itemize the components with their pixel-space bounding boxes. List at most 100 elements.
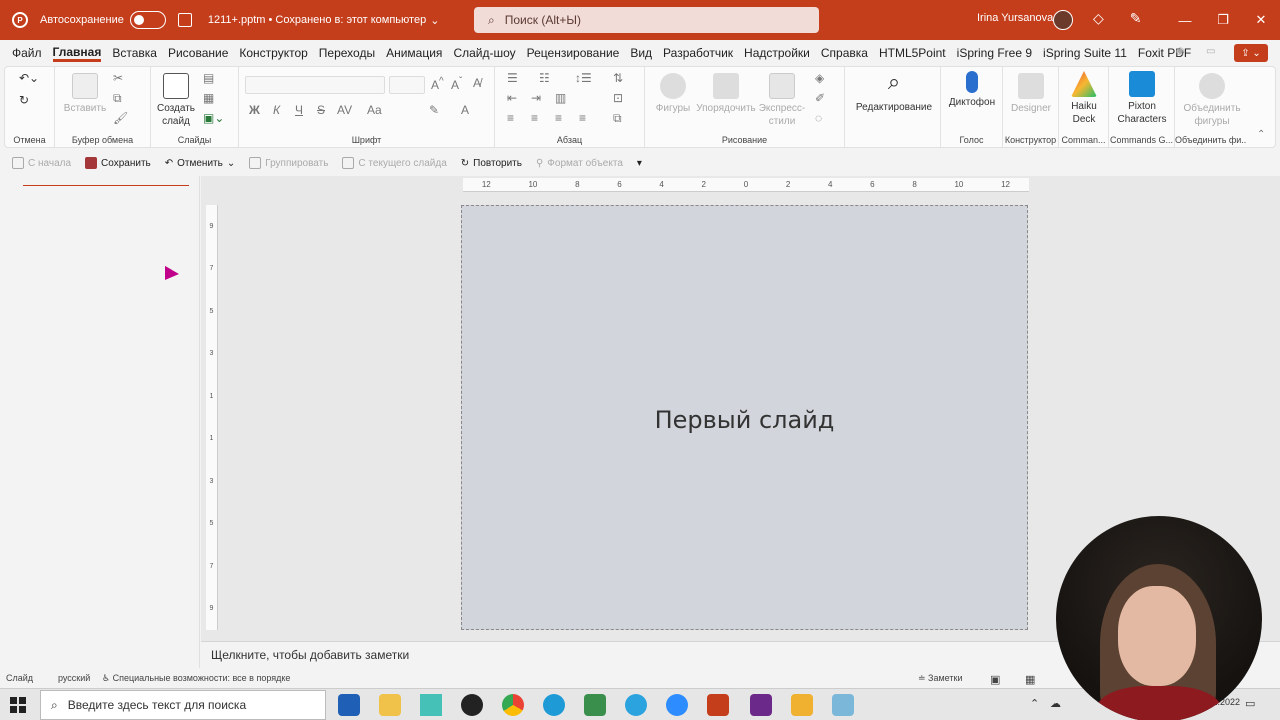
pen-icon[interactable]: ✎ (1130, 10, 1142, 27)
close-icon[interactable]: ✕ (1242, 0, 1280, 40)
editing-button[interactable]: ⌕ Редактирование (851, 69, 937, 114)
from-start-button[interactable]: С начала (12, 157, 71, 169)
slide-canvas[interactable]: Первый слайд (461, 205, 1028, 630)
tab-4[interactable]: Конструктор (239, 46, 307, 60)
windows-start-icon[interactable] (10, 697, 26, 713)
comments-icon[interactable]: ▭ (1206, 46, 1215, 57)
telegram-icon[interactable] (625, 694, 647, 716)
bullets-icon[interactable]: ☰ (507, 71, 518, 85)
change-case-button[interactable]: Aa (367, 103, 382, 117)
clear-format-icon[interactable]: A̸ (473, 76, 481, 90)
notifications-icon[interactable]: ▭ (1245, 697, 1255, 710)
align-center-icon[interactable]: ≡ (531, 111, 538, 125)
cut-icon[interactable]: ✂ (113, 71, 123, 85)
tab-2[interactable]: Вставка (112, 46, 157, 60)
obs-icon[interactable] (461, 694, 483, 716)
collapse-ribbon-icon[interactable]: ⌃ (1257, 129, 1265, 140)
shape-outline-icon[interactable]: ✐ (815, 91, 825, 105)
restore-icon[interactable]: ❐ (1204, 0, 1242, 40)
indent-dec-icon[interactable]: ⇤ (507, 91, 517, 105)
shape-fill-icon[interactable]: ◈ (815, 71, 824, 85)
tab-10[interactable]: Разработчик (663, 46, 733, 60)
font-name-select[interactable] (245, 76, 385, 94)
document-name[interactable]: 1211+.pptm • Сохранено в: этот компьютер… (208, 14, 440, 27)
user-name[interactable]: Irina Yursanova (977, 12, 1053, 24)
customize-qat-icon[interactable]: ▾ (637, 158, 642, 169)
tab-1[interactable]: Главная (52, 45, 102, 62)
tab-15[interactable]: iSpring Suite 11 (1043, 46, 1127, 60)
decrease-font-icon[interactable]: Aˇ (451, 76, 462, 92)
designer-button[interactable]: Designer (1007, 73, 1055, 115)
diamond-icon[interactable]: ◇ (1093, 10, 1104, 27)
save-icon[interactable] (177, 13, 192, 27)
zoom-icon[interactable] (666, 694, 688, 716)
tab-12[interactable]: Справка (821, 46, 868, 60)
tab-3[interactable]: Рисование (168, 46, 228, 60)
app-icon-bird[interactable] (420, 694, 442, 716)
columns-icon[interactable]: ▥ (555, 91, 566, 105)
tray-chevron-icon[interactable]: ⌃ (1030, 697, 1039, 710)
strikethrough-button[interactable]: S (317, 103, 325, 117)
redo-icon[interactable]: ↻ (19, 93, 29, 107)
arrange-button[interactable]: Упорядочить (695, 73, 757, 115)
undo-icon[interactable]: ↶⌄ (19, 71, 39, 85)
font-size-select[interactable] (389, 76, 425, 94)
indent-inc-icon[interactable]: ⇥ (531, 91, 541, 105)
qat-save-button[interactable]: Сохранить (85, 157, 151, 169)
text-direction-icon[interactable]: ⇅ (613, 71, 623, 85)
align-left-icon[interactable]: ≡ (507, 111, 514, 125)
shape-effects-icon[interactable]: ◌ (815, 111, 822, 125)
tab-6[interactable]: Анимация (386, 46, 442, 60)
accessibility-status[interactable]: ♿ Специальные возможности: все в порядке (102, 673, 290, 684)
reset-icon[interactable]: ▦ (203, 91, 214, 105)
qat-redo-button[interactable]: ↻ Повторить (461, 158, 522, 169)
pixton-button[interactable]: Pixton Characters (1111, 71, 1173, 126)
align-right-icon[interactable]: ≡ (555, 111, 562, 125)
app-icon-2[interactable] (584, 694, 606, 716)
layout-icon[interactable]: ▤ (203, 71, 214, 85)
autosave-toggle[interactable] (129, 11, 166, 29)
tab-8[interactable]: Рецензирование (527, 46, 620, 60)
spacing-button[interactable]: AV (337, 103, 352, 117)
paste-button[interactable]: Вставить (63, 73, 107, 115)
tab-7[interactable]: Слайд-шоу (453, 46, 515, 60)
record-icon[interactable]: ◉ (1176, 46, 1185, 57)
new-slide-button[interactable]: Создать слайд (153, 73, 199, 128)
qat-undo-button[interactable]: ↶ Отменить ⌄ (165, 158, 235, 169)
user-avatar[interactable] (1053, 10, 1073, 30)
dictate-button[interactable]: Диктофон (945, 71, 999, 109)
tab-0[interactable]: Файл (12, 46, 42, 60)
group-button[interactable]: Группировать (249, 157, 328, 169)
chrome-icon[interactable] (502, 694, 524, 716)
italic-button[interactable]: К (273, 103, 280, 117)
slide-thumbnail-panel[interactable] (0, 176, 200, 668)
align-text-icon[interactable]: ⊡ (613, 91, 623, 105)
tab-13[interactable]: HTML5Point (879, 46, 946, 60)
minimize-icon[interactable]: — (1166, 0, 1204, 40)
tray-cloud-icon[interactable]: ☁ (1050, 697, 1061, 710)
sorter-view-icon[interactable]: ▦ (1025, 673, 1035, 686)
copy-icon[interactable]: ⧉ (113, 91, 122, 106)
haiku-deck-button[interactable]: Haiku Deck (1061, 71, 1107, 126)
quick-styles-button[interactable]: Экспресс- стили (757, 73, 807, 128)
tab-11[interactable]: Надстройки (744, 46, 810, 60)
tab-14[interactable]: iSpring Free 9 (957, 46, 1032, 60)
justify-icon[interactable]: ≡ (579, 111, 586, 125)
app-icon-4[interactable] (791, 694, 813, 716)
notes-toggle[interactable]: ≐ Заметки (918, 673, 962, 684)
app-icon-3[interactable] (750, 694, 772, 716)
from-current-button[interactable]: С текущего слайда (342, 157, 447, 169)
section-icon[interactable]: ▣⌄ (203, 111, 224, 125)
edge-icon[interactable] (543, 694, 565, 716)
share-button[interactable]: ⇪ ⌄ (1234, 44, 1268, 62)
app-icon-5[interactable] (832, 694, 854, 716)
format-object-button[interactable]: ⚲ Формат объекта (536, 158, 623, 169)
merge-shapes-button[interactable]: Объединить фигуры (1177, 73, 1247, 128)
search-box[interactable]: ⌕ Поиск (Alt+Ы) (474, 7, 819, 33)
autosave-control[interactable]: Автосохранение (40, 11, 166, 29)
status-language[interactable]: русский (58, 673, 90, 683)
powerpoint-taskbar-icon[interactable] (707, 694, 729, 716)
font-color-icon[interactable]: A (461, 103, 469, 117)
underline-button[interactable]: Ч (295, 103, 303, 117)
line-spacing-icon[interactable]: ↕☰ (575, 71, 592, 85)
